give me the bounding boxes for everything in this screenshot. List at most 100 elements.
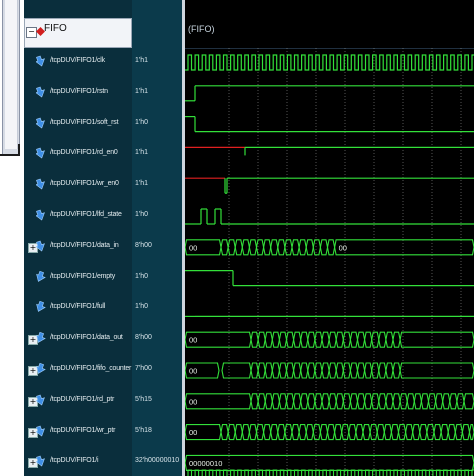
- signal-value-lfd-state: 1'h0: [132, 202, 182, 232]
- group-header-fifo[interactable]: − FIFO: [24, 18, 132, 48]
- signal-row-rd-ptr[interactable]: +/tcpDUV/FIFO1/rd_ptr: [24, 387, 132, 417]
- wave-data-out-value: [257, 331, 266, 348]
- wave-rd-ptr-value: [264, 393, 273, 410]
- input-arrow-icon: [36, 86, 45, 98]
- signal-row-rstn[interactable]: +/tcpDUV/FIFO1/rstn: [24, 79, 132, 109]
- wave-rd-ptr-value: [413, 393, 422, 410]
- wave-data-in-value: [334, 239, 474, 256]
- signal-value-data-in: 8'h00: [132, 233, 182, 263]
- wave-wr-ptr-value: [440, 424, 449, 441]
- wave-fifo-counter-value: [392, 362, 401, 379]
- wave-wr-ptr-value: [291, 424, 300, 441]
- wave-data-out-value: [321, 331, 330, 348]
- output-arrow-icon: [36, 332, 46, 344]
- signal-name: /tcpDUV/FIFO1/wr_ptr: [50, 426, 116, 434]
- signal-row-clk[interactable]: +/tcpDUV/FIFO1/clk: [24, 48, 132, 78]
- wave-data-in-value: [234, 239, 243, 256]
- signal-row-soft-rst[interactable]: +/tcpDUV/FIFO1/soft_rst: [24, 110, 132, 140]
- wave-wr-ptr-value: [447, 424, 456, 441]
- signal-value-pane[interactable]: 1'h1 1'h1 1'h0 1'h1 1'h1 1'h0 8'h00 1'h0 1'h0 8'h…: [132, 0, 182, 476]
- signal-row-rd-en0[interactable]: +/tcpDUV/FIFO1/rd_en0: [24, 140, 132, 170]
- wave-data-in-value: [326, 239, 336, 256]
- signal-value: 1'h0: [135, 118, 149, 126]
- waveform-canvas[interactable]: 00 00 00 00 00 00 00000010: [185, 0, 474, 476]
- wave-fifo-counter-value: [321, 362, 330, 379]
- wave-data-in-value: [305, 239, 314, 256]
- wave-rd-ptr-value: [406, 393, 415, 410]
- wave-i-start-label: 00000010: [189, 459, 222, 468]
- signal-row-full[interactable]: +/tcpDUV/FIFO1/full: [24, 294, 132, 324]
- wave-rd-ptr-value: [392, 393, 401, 410]
- signal-name: /tcpDUV/FIFO1/lfd_state: [50, 211, 122, 218]
- signal-value: 1'h0: [135, 211, 149, 218]
- signal-name-pane[interactable]: − FIFO +/tcpDUV/FIFO1/clk+/tcpDUV/FIFO1/…: [24, 0, 132, 476]
- wave-wr-ptr-value: [461, 424, 471, 441]
- wave-wr-ptr-value: [397, 424, 407, 441]
- wave-rd-ptr-value: [257, 393, 266, 410]
- wave-wr-ptr-value: [326, 424, 336, 441]
- wave-data-out-value: [278, 331, 288, 348]
- signal-row-wr-en0[interactable]: +/tcpDUV/FIFO1/wr_en0: [24, 171, 132, 201]
- wave-rd-ptr-value: [435, 393, 444, 410]
- signal-row-data-in[interactable]: +/tcpDUV/FIFO1/data_in: [24, 233, 132, 263]
- input-arrow-icon: [36, 178, 45, 190]
- wave-data-out-value: [399, 331, 474, 348]
- signal-row-wr-ptr[interactable]: +/tcpDUV/FIFO1/wr_ptr: [24, 418, 132, 448]
- wave-fifo-counter-value: [399, 362, 474, 379]
- input-arrow-icon: [36, 455, 45, 467]
- frame-corner: [0, 144, 20, 156]
- wave-data-in-value: [248, 239, 258, 256]
- wave-data-in-value: [270, 239, 279, 256]
- input-arrow-icon: [36, 147, 45, 159]
- wave-rd-ptr-value: [385, 393, 394, 410]
- wave-fifo-counter-value: [285, 362, 295, 379]
- signal-value: 1'h0: [135, 303, 149, 311]
- wave-wr-ptr-value: [419, 424, 428, 441]
- signal-row-data-out[interactable]: +/tcpDUV/FIFO1/data_out: [24, 325, 132, 355]
- wave-fifo-counter-value: [364, 362, 373, 379]
- wave-data-in-start-label: 00: [189, 243, 197, 252]
- input-arrow-icon: [36, 394, 45, 406]
- waveform-pane[interactable]: (FIFO) 00 00 00 00 00 00 00000010: [185, 0, 474, 476]
- wave-wr-ptr-start-label: 00: [189, 428, 197, 437]
- output-arrow-icon: [36, 270, 46, 282]
- wave-wr-ptr-value: [298, 424, 307, 441]
- wave-wr-ptr-value: [454, 424, 463, 441]
- wave-fifo-counter-value: [371, 362, 380, 379]
- wave-rd-ptr-value: [271, 393, 280, 410]
- wave-fifo-counter-value: [264, 362, 273, 379]
- wave-data-in-value: [241, 239, 250, 256]
- wave-rd-ptr-value: [335, 393, 344, 410]
- signal-name: /tcpDUV/FIFO1/full: [50, 303, 106, 311]
- wave-wr-ptr-value: [412, 424, 421, 441]
- signal-row-i[interactable]: +/tcpDUV/FIFO1/i: [24, 448, 132, 476]
- wave-fifo-counter-value: [300, 362, 309, 379]
- signal-value-data-out: 8'h00: [132, 325, 182, 355]
- signal-row-lfd-state[interactable]: +/tcpDUV/FIFO1/lfd_state: [24, 202, 132, 232]
- wave-rd-ptr-value: [420, 393, 430, 410]
- wave-data-in-value: [284, 239, 293, 256]
- wave-rd-ptr-value: [399, 393, 408, 410]
- signal-row-fifo-counter[interactable]: +/tcpDUV/FIFO1/fifo_counter: [24, 356, 132, 386]
- signal-name: /tcpDUV/FIFO1/wr_en0: [50, 180, 119, 188]
- wave-fifo-counter-value: [385, 362, 394, 379]
- wave-data-in-end-label: 00: [339, 243, 347, 252]
- wave-data-in-value: [220, 239, 229, 256]
- wave-wr-ptr-value: [277, 424, 286, 441]
- wave-rd-ptr-value: [307, 393, 316, 410]
- signal-row-empty[interactable]: +/tcpDUV/FIFO1/empty: [24, 264, 132, 294]
- wave-wr-ptr-value: [305, 424, 314, 441]
- wave-wr-ptr-value: [426, 424, 435, 441]
- signal-value-full: 1'h0: [132, 294, 182, 324]
- wave-rd-ptr-value: [442, 393, 451, 410]
- signal-value: 1'h0: [135, 272, 149, 280]
- wave-fifo-counter-value: [328, 362, 337, 379]
- wave-data-out-value: [364, 331, 373, 348]
- wave-wr-ptr-value: [234, 424, 243, 441]
- signal-name: /tcpDUV/FIFO1/rstn: [50, 87, 108, 95]
- signal-value: 1'h1: [135, 149, 149, 157]
- wave-rd-ptr-value: [378, 393, 387, 410]
- signal-value-soft-rst: 1'h0: [132, 110, 182, 140]
- wave-data-out-value: [385, 331, 394, 348]
- wave-data-out-value: [371, 331, 380, 348]
